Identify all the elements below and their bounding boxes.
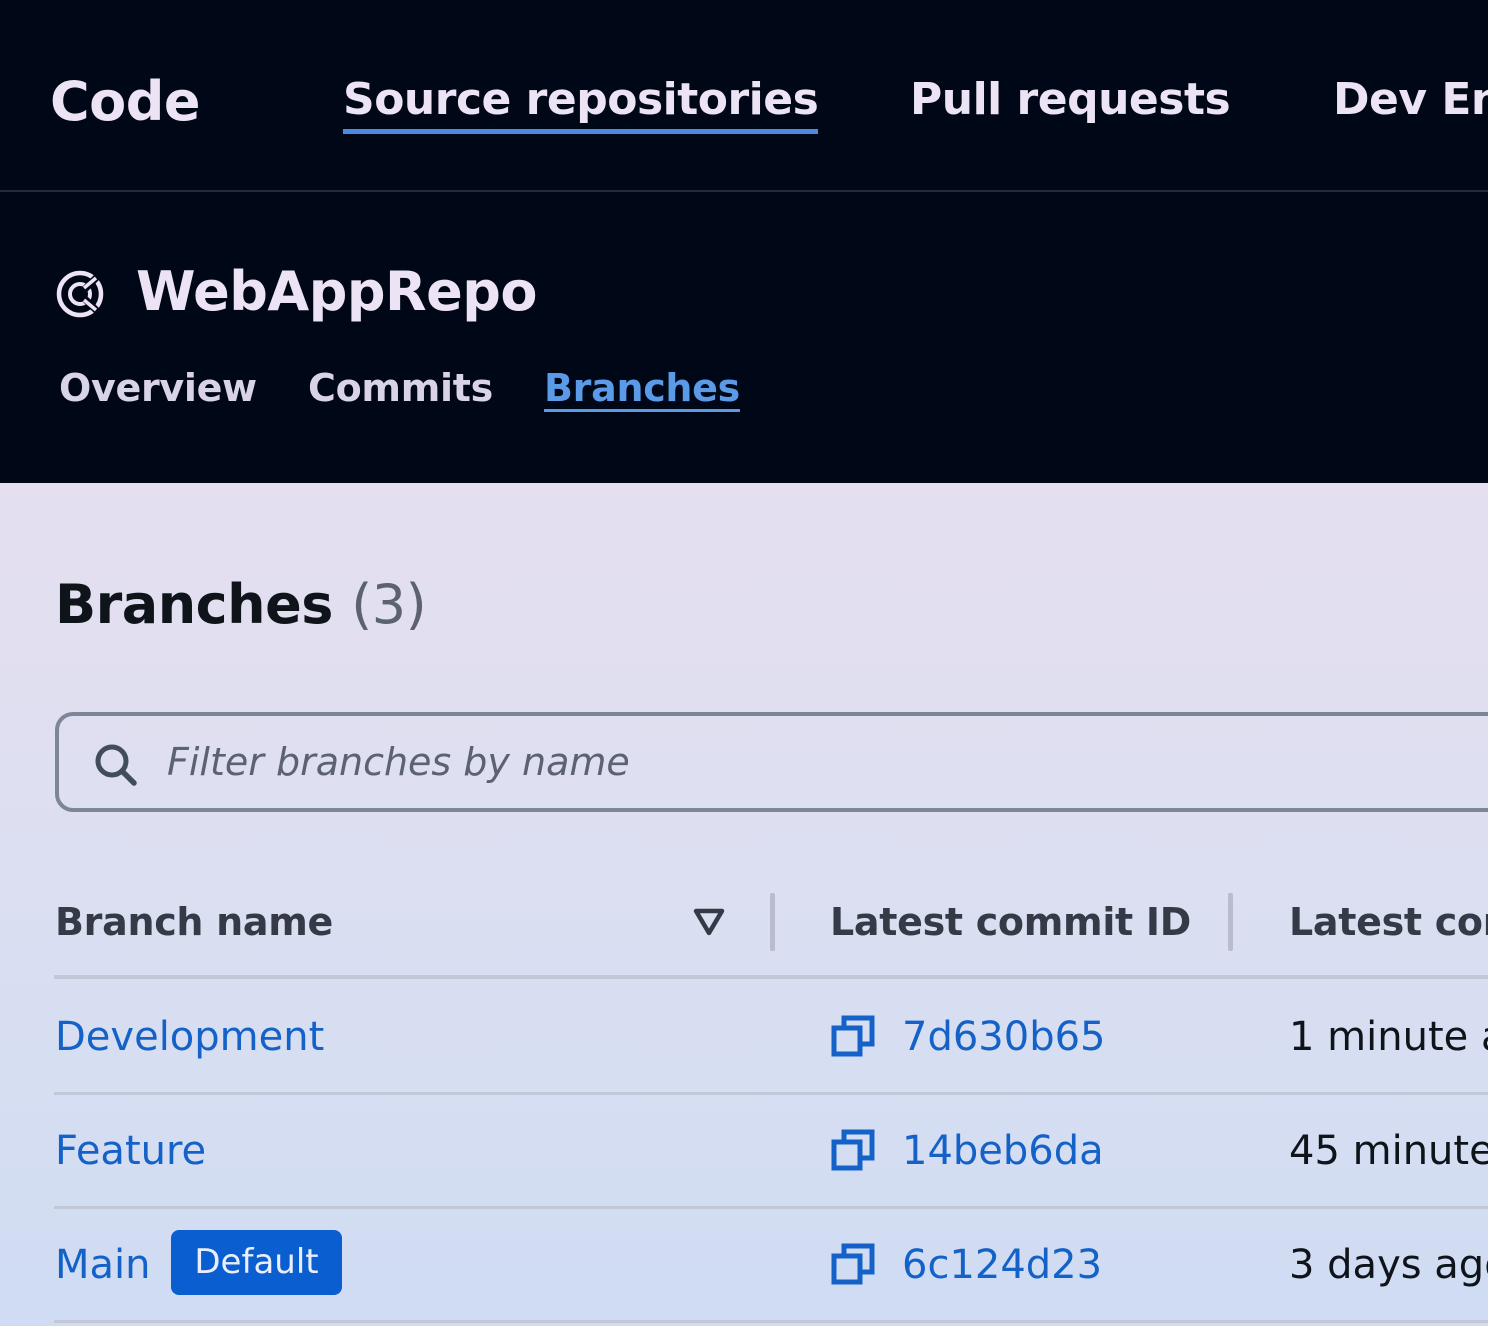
column-resize-handle[interactable] <box>1228 893 1233 951</box>
copy-icon[interactable] <box>830 1242 876 1288</box>
default-badge: Default <box>171 1230 342 1295</box>
top-navigation: Code Source repositories Pull requests D… <box>0 0 1488 192</box>
column-header-latest-commit-time[interactable]: Latest com <box>1289 897 1488 947</box>
nav-dev-environments[interactable]: Dev En <box>1333 72 1488 128</box>
commit-id-link[interactable]: 7d630b65 <box>902 1012 1105 1062</box>
tab-overview[interactable]: Overview <box>59 364 257 412</box>
nav-pull-requests[interactable]: Pull requests <box>910 72 1231 128</box>
table-row: Main Default 6c124d23 3 days ago <box>0 1208 1488 1322</box>
main-content: Branches (3) Branch name Latest commit I… <box>0 483 1488 1326</box>
filter-search-box[interactable] <box>55 712 1488 812</box>
repo-icon <box>56 270 104 318</box>
copy-icon[interactable] <box>830 1128 876 1174</box>
nav-source-repositories[interactable]: Source repositories <box>343 72 819 134</box>
page-title-text: Branches <box>55 573 333 636</box>
tab-commits[interactable]: Commits <box>308 364 493 412</box>
branch-count: (3) <box>351 573 427 636</box>
search-input[interactable] <box>167 716 1467 808</box>
page-title: Branches (3) <box>55 573 427 637</box>
repo-title: WebAppRepo <box>136 260 537 323</box>
branch-link[interactable]: Development <box>55 1012 324 1062</box>
repo-header: WebAppRepo Overview Commits Branches <box>0 192 1488 483</box>
app-title: Code <box>50 70 201 133</box>
commit-time: 3 days ago <box>1289 1242 1488 1288</box>
sort-down-triangle-icon[interactable] <box>692 907 726 937</box>
commit-id-link[interactable]: 6c124d23 <box>902 1240 1102 1290</box>
row-divider <box>54 1320 1488 1323</box>
branch-link[interactable]: Feature <box>55 1126 206 1176</box>
commit-time: 45 minutes <box>1289 1128 1488 1174</box>
column-header-branch-name[interactable]: Branch name <box>55 897 333 947</box>
branch-link[interactable]: Main <box>55 1240 151 1290</box>
table-row: Feature 14beb6da 45 minutes <box>0 1094 1488 1208</box>
table-row: Development 7d630b65 1 minute a <box>0 980 1488 1094</box>
table-header-divider <box>54 975 1488 979</box>
search-icon <box>95 744 137 786</box>
commit-id-link[interactable]: 14beb6da <box>902 1126 1104 1176</box>
commit-time: 1 minute a <box>1289 1014 1488 1060</box>
column-resize-handle[interactable] <box>770 893 775 951</box>
tab-branches[interactable]: Branches <box>544 364 740 412</box>
copy-icon[interactable] <box>830 1014 876 1060</box>
column-header-latest-commit-id[interactable]: Latest commit ID <box>830 897 1191 947</box>
